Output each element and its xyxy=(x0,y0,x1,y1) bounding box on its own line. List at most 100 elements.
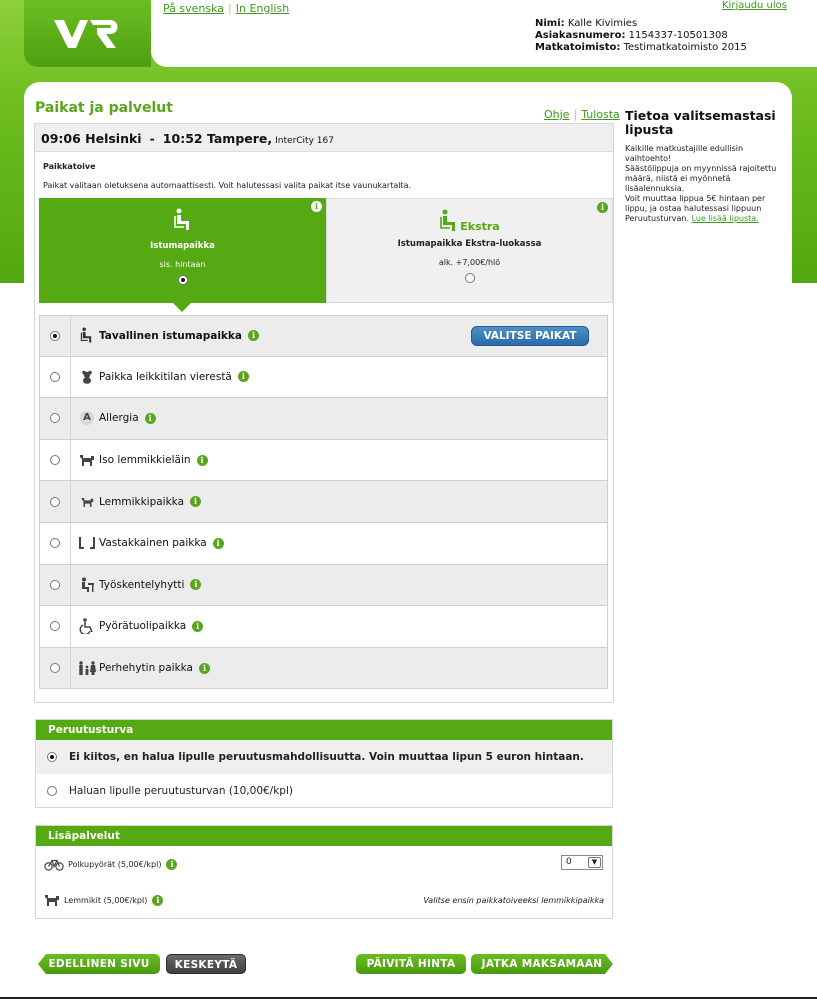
option-label: Perhehytin paikka xyxy=(99,662,193,675)
large-pet-icon xyxy=(77,453,97,467)
option-radio[interactable] xyxy=(50,538,60,549)
option-label: Allergia xyxy=(99,412,139,425)
agency-value: Testimatkatoimisto 2015 xyxy=(623,42,747,53)
info-icon[interactable]: i xyxy=(144,412,156,424)
pet-row: Lemmikit (5,00€/kpl) i Valitse ensin pai… xyxy=(36,882,612,918)
info-icon[interactable]: i xyxy=(192,620,204,632)
teddy-bear-icon xyxy=(77,370,97,384)
previous-page-button[interactable]: EDELLINEN SIVU xyxy=(38,954,160,974)
seat-icon xyxy=(39,208,326,235)
list-item[interactable]: Iso lemmikkieläin i xyxy=(39,439,608,482)
extra-seat-radio[interactable] xyxy=(464,273,475,283)
name-label: Nimi: xyxy=(535,18,565,29)
read-more-link[interactable]: Lue lisää lipusta. xyxy=(692,214,759,223)
help-separator: | xyxy=(573,108,578,121)
print-link[interactable]: Tulosta xyxy=(581,108,620,121)
work-cabin-icon xyxy=(77,577,97,593)
allergy-glyph: A xyxy=(80,411,94,426)
help-link[interactable]: Ohje xyxy=(544,108,569,121)
seat-option-list: Tavallinen istumapaikka i VALITSE PAIKAT… xyxy=(39,315,608,690)
option-radio[interactable] xyxy=(50,496,60,507)
list-item[interactable]: Työskentelyhytti i xyxy=(39,564,608,607)
bottom-divider xyxy=(0,997,817,999)
continue-to-payment-button[interactable]: JATKA MAKSAMAAN xyxy=(471,954,613,974)
name-value: Kalle Kivimies xyxy=(567,18,638,29)
info-icon[interactable]: i xyxy=(199,662,210,674)
info-icon[interactable]: i xyxy=(152,894,164,906)
option-label: Vastakkainen paikka xyxy=(99,537,207,550)
info-icon[interactable]: i xyxy=(190,579,202,591)
option-label: Työskentelyhytti xyxy=(99,578,185,591)
cancellation-insurance-section: Peruutusturva Ei kiitos, en halua lipull… xyxy=(35,719,613,808)
extra-seat-badge: Ekstra xyxy=(327,209,612,233)
option-radio[interactable] xyxy=(50,330,60,341)
info-icon[interactable]: i xyxy=(247,330,259,342)
lang-english-link[interactable]: In English xyxy=(236,2,289,15)
info-icon[interactable]: i xyxy=(166,858,178,870)
option-label: Pyörätuolipaikka xyxy=(99,620,187,633)
cancel-button[interactable]: KESKEYTÄ xyxy=(166,954,246,974)
lang-swedish-link[interactable]: På svenska xyxy=(163,2,224,15)
info-icon[interactable]: i xyxy=(311,201,322,212)
pet-icon xyxy=(45,895,59,906)
user-info: Nimi: Kalle Kivimies Asiakasnumero: 1154… xyxy=(535,18,747,54)
vr-logo[interactable] xyxy=(24,0,151,67)
info-icon[interactable]: i xyxy=(190,496,202,508)
standard-seat-price: sis. hintaan xyxy=(159,260,206,269)
list-item[interactable]: Tavallinen istumapaikka i VALITSE PAIKAT xyxy=(39,315,608,357)
vr-logo-icon xyxy=(53,19,117,48)
train-name: InterCity 167 xyxy=(275,136,334,146)
language-links: På svenska | In English xyxy=(163,2,289,15)
chevron-down-icon: ▼ xyxy=(588,857,601,868)
standard-seat-title: Istumapaikka xyxy=(150,241,215,251)
list-item[interactable]: Vastakkainen paikka i xyxy=(39,522,608,565)
option-radio[interactable] xyxy=(50,371,60,382)
tab-standard-seat[interactable]: i Istumapaikka sis. hintaan xyxy=(39,198,326,312)
extra-seat-price: alk. +7,00€/hlö xyxy=(438,258,501,267)
customer-number-value: 1154337-10501308 xyxy=(628,30,728,41)
tab-pointer xyxy=(173,303,191,312)
cancellation-no-radio[interactable] xyxy=(47,752,57,762)
list-item[interactable]: Pyörätuolipaikka i xyxy=(39,606,608,648)
list-item[interactable]: A Allergia i xyxy=(39,398,608,440)
info-icon[interactable]: i xyxy=(237,371,249,383)
cancellation-option-no[interactable]: Ei kiitos, en halua lipulle peruutusmahd… xyxy=(36,740,612,774)
choose-seats-button[interactable]: VALITSE PAIKAT xyxy=(471,326,589,346)
list-item[interactable]: Lemmikkipaikka i xyxy=(39,481,608,523)
cancellation-yes-radio[interactable] xyxy=(47,786,57,796)
option-radio[interactable] xyxy=(50,579,60,590)
update-price-button[interactable]: PÄIVITÄ HINTA xyxy=(356,954,466,974)
standard-seat-radio[interactable] xyxy=(177,275,188,285)
pet-icon xyxy=(77,496,97,508)
departure: 09:06 Helsinki xyxy=(41,131,142,146)
option-radio[interactable] xyxy=(50,663,60,674)
ticket-info-line-1: Kaikille matkustajille edullisin vaihtoe… xyxy=(625,144,744,163)
option-radio[interactable] xyxy=(50,413,60,424)
ticket-info-title: Tietoa valitsemastasi lipusta xyxy=(625,108,776,137)
bike-quantity-value: 0 xyxy=(566,857,572,867)
bike-label: Polkupyörät (5,00€/kpl) xyxy=(68,859,162,869)
list-item[interactable]: Perhehytin paikka i xyxy=(39,647,608,690)
option-label: Tavallinen istumapaikka xyxy=(99,329,242,342)
option-label: Paikka leikkitilan vierestä xyxy=(99,370,232,383)
wheelchair-icon xyxy=(77,618,97,635)
info-icon[interactable]: i xyxy=(196,454,208,466)
bike-quantity-select[interactable]: 0 ▼ xyxy=(561,855,603,870)
extra-services-title: Lisäpalvelut xyxy=(36,826,612,846)
customer-number-label: Asiakasnumero: xyxy=(535,30,626,41)
bicycle-icon xyxy=(44,859,64,871)
option-label: Iso lemmikkieläin xyxy=(99,454,191,467)
info-icon[interactable]: i xyxy=(597,202,608,213)
option-radio[interactable] xyxy=(50,621,60,632)
info-icon[interactable]: i xyxy=(212,537,224,549)
tab-extra-seat[interactable]: i Ekstra Istumapaikka Ekstra-luokassa al… xyxy=(326,198,613,303)
logout-link[interactable]: Kirjaudu ulos xyxy=(722,0,787,11)
list-item[interactable]: Paikka leikkitilan vierestä i xyxy=(39,356,608,399)
cancellation-option-yes[interactable]: Haluan lipulle peruutusturvan (10,00€/kp… xyxy=(36,774,612,808)
family-icon xyxy=(77,660,97,676)
option-radio[interactable] xyxy=(50,455,60,466)
ticket-info-text: Kaikille matkustajille edullisin vaihtoe… xyxy=(625,144,785,224)
pet-label: Lemmikit (5,00€/kpl) xyxy=(64,895,148,905)
help-links: Ohje | Tulosta xyxy=(544,108,620,121)
allergy-icon: A xyxy=(77,411,97,426)
